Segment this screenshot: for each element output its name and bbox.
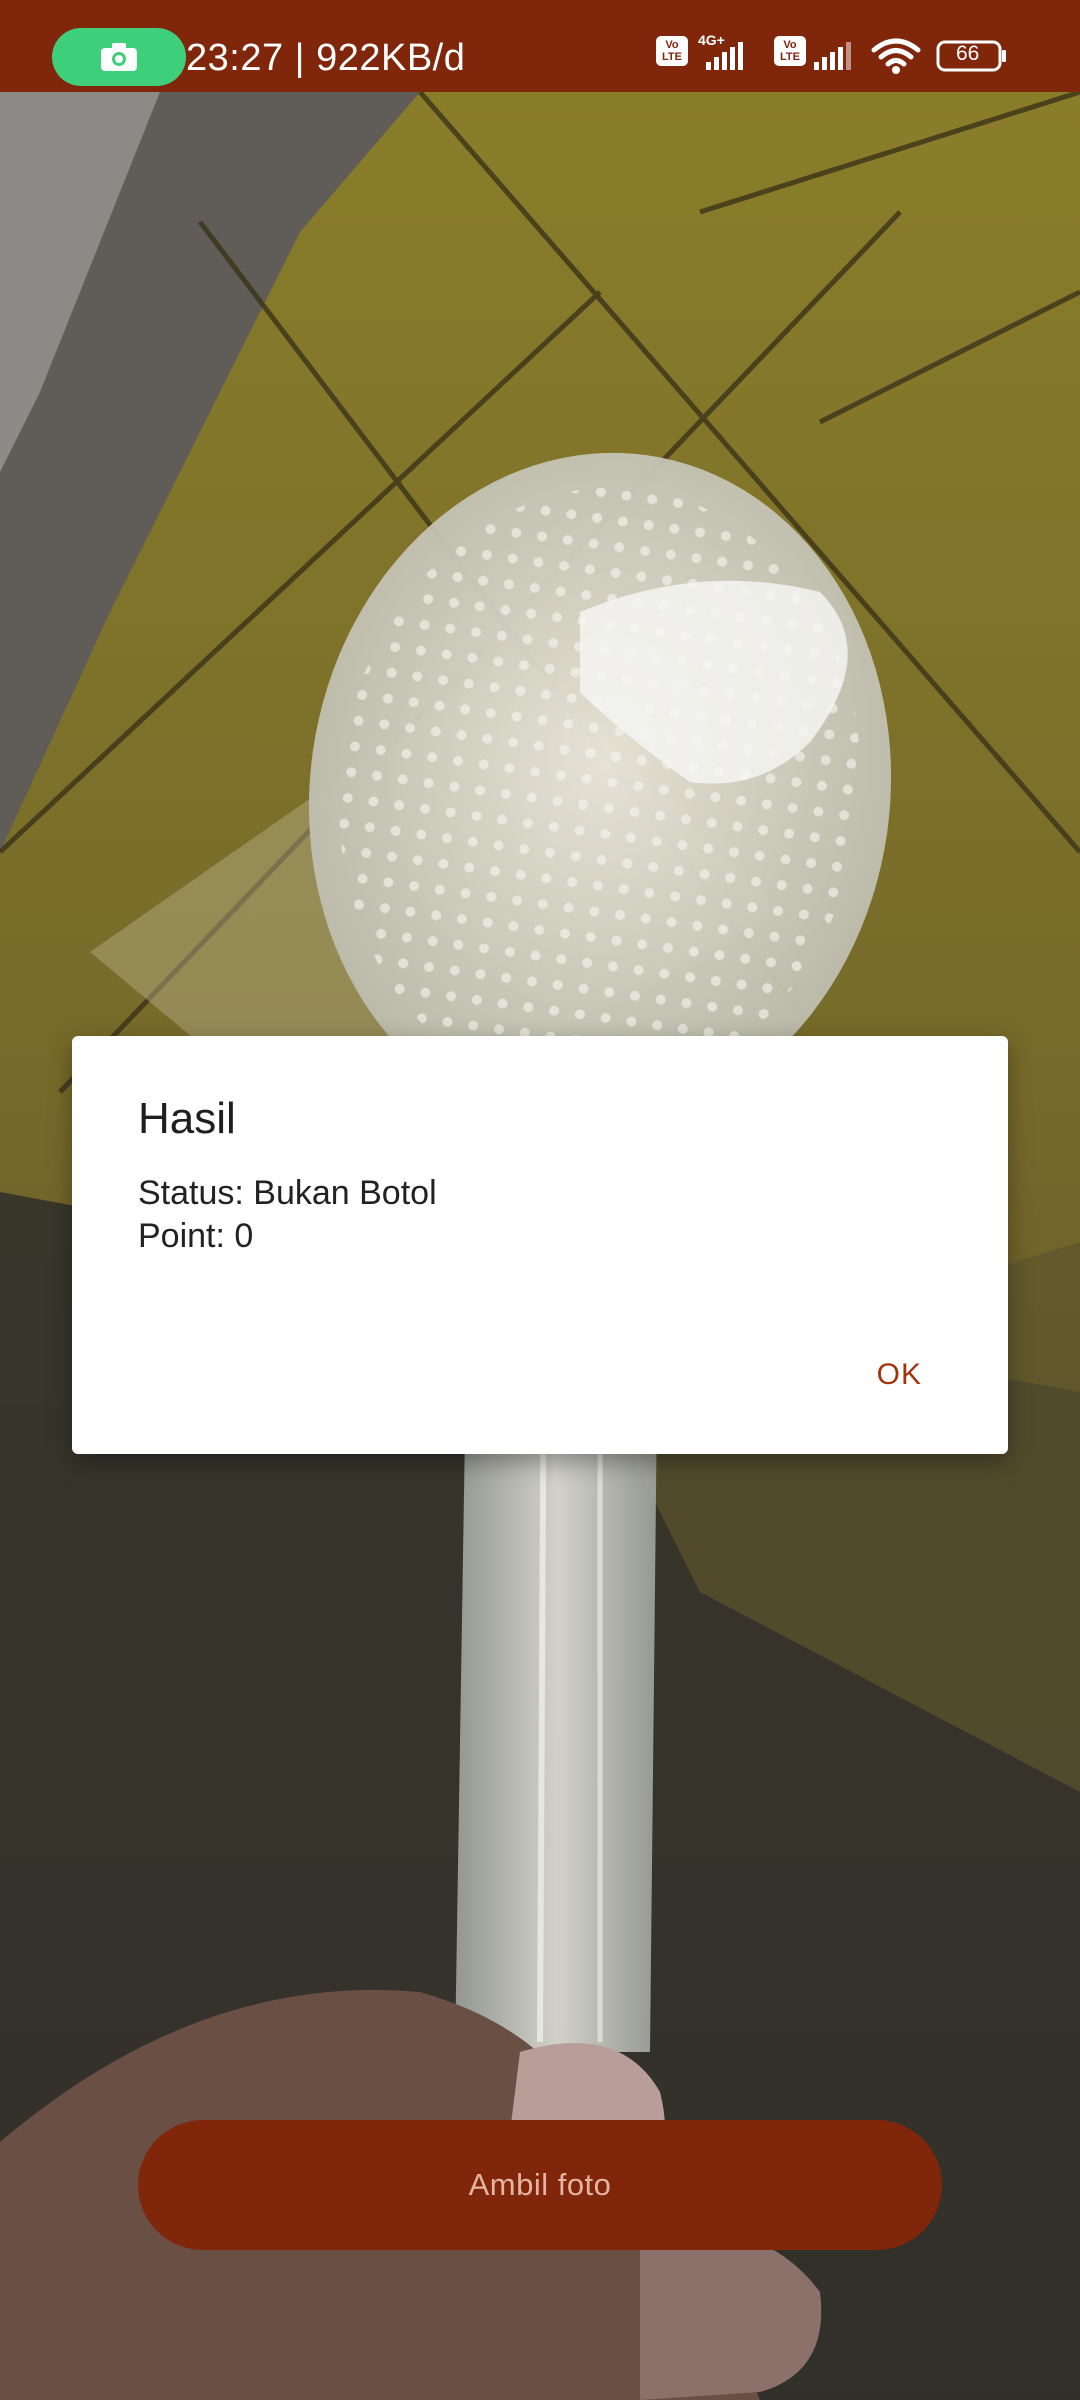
take-photo-label: Ambil foto: [468, 2167, 612, 2202]
volte-badge-2: Vo LTE: [774, 36, 806, 66]
battery-level: 66: [956, 42, 980, 65]
volte-badge-1: Vo LTE: [656, 36, 688, 66]
signal-icon-1: [704, 40, 752, 79]
camera-icon: [101, 43, 137, 71]
dialog-message: Status: Bukan Botol Point: 0: [138, 1172, 437, 1258]
result-dialog: Hasil Status: Bukan Botol Point: 0 OK: [72, 1036, 1008, 1454]
take-photo-button[interactable]: Ambil foto: [138, 2120, 942, 2250]
status-icons: Vo LTE 4G+ Vo LTE 66: [656, 32, 1016, 81]
signal-icon-2: [812, 40, 860, 79]
dialog-title: Hasil: [138, 1094, 236, 1143]
wifi-icon: [870, 36, 922, 81]
ok-button[interactable]: OK: [877, 1358, 922, 1392]
point-line: Point: 0: [138, 1217, 254, 1255]
status-time-speed: 23:27 | 922KB/d: [186, 37, 466, 79]
camera-screen: 23:27 | 922KB/d Vo LTE 4G+ Vo LTE 66 Has…: [0, 0, 1080, 2400]
status-bar: 23:27 | 922KB/d Vo LTE 4G+ Vo LTE 66: [0, 0, 1080, 92]
status-line: Status: Bukan Botol: [138, 1174, 437, 1212]
screen-recording-indicator[interactable]: [52, 28, 186, 86]
